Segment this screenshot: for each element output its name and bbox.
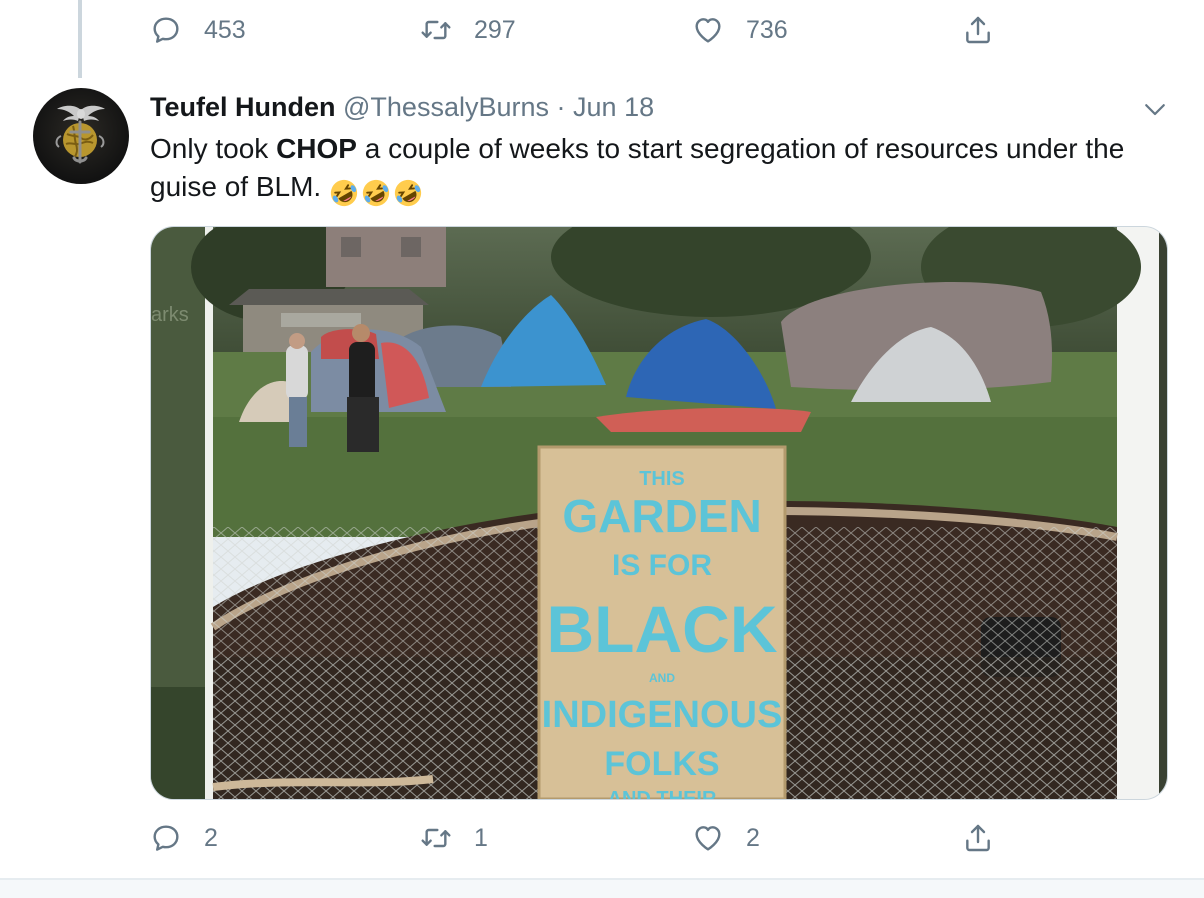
reply-count: 2: [204, 823, 218, 852]
more-options-button[interactable]: [1140, 94, 1170, 124]
tweet-text-start: Only took: [150, 133, 277, 164]
timeline-background: [0, 880, 1204, 898]
sign-line-2: GARDEN: [562, 490, 761, 542]
left-strip-text: arks: [151, 304, 189, 326]
author-handle[interactable]: @ThessalyBurns: [343, 92, 549, 122]
tweet-header: Teufel Hunden @ThessalyBurns · Jun 18: [150, 90, 654, 124]
previous-tweet-action-bar: 453 297 736: [150, 10, 1010, 50]
retweet-icon: [420, 14, 474, 46]
eagle-globe-anchor-emblem: [55, 105, 105, 164]
tweet-media[interactable]: arks THIS GARDEN IS FOR BLACK AND INDIGE…: [150, 226, 1168, 800]
avatar[interactable]: [33, 88, 129, 184]
reply-icon: [150, 14, 204, 46]
like-button[interactable]: 2: [692, 818, 760, 858]
separator-dot: ·: [556, 92, 566, 122]
like-count: 736: [746, 15, 788, 44]
thread-connector-line: [78, 0, 82, 78]
retweet-button[interactable]: 297: [420, 10, 516, 50]
chevron-down-icon: [1145, 104, 1165, 116]
rolling-on-floor-laughing-icon: [331, 179, 358, 206]
share-icon: [962, 822, 994, 854]
reply-count: 453: [204, 15, 246, 44]
sign-line-1: THIS: [639, 468, 685, 490]
share-button[interactable]: [962, 10, 994, 50]
heart-icon: [692, 14, 746, 46]
sign-line-5: AND: [649, 671, 675, 685]
tweet-date[interactable]: Jun 18: [573, 92, 654, 122]
tweet-text: Only took CHOP a couple of weeks to star…: [150, 130, 1140, 210]
share-icon: [962, 14, 994, 46]
retweet-count: 1: [474, 823, 488, 852]
sign-line-3: IS FOR: [612, 549, 712, 582]
retweet-button[interactable]: 1: [420, 818, 488, 858]
sign-line-7: FOLKS: [604, 745, 719, 783]
tweet-action-bar: 2 1 2: [150, 818, 1010, 858]
like-count: 2: [746, 823, 760, 852]
garden-sign-photo: arks THIS GARDEN IS FOR BLACK AND INDIGE…: [151, 227, 1167, 799]
sign-line-4: BLACK: [547, 592, 778, 666]
tweet-text-bold: CHOP: [276, 133, 357, 164]
author-name[interactable]: Teufel Hunden: [150, 92, 336, 122]
emoji-group: [329, 172, 425, 210]
retweet-count: 297: [474, 15, 516, 44]
sign-line-8: AND THEIR: [608, 788, 717, 799]
like-button[interactable]: 736: [692, 10, 788, 50]
reply-icon: [150, 822, 204, 854]
share-button[interactable]: [962, 818, 994, 858]
reply-button[interactable]: 453: [150, 10, 246, 50]
rolling-on-floor-laughing-icon: [395, 179, 422, 206]
sign-line-6: INDIGENOUS: [542, 694, 783, 736]
retweet-icon: [420, 822, 474, 854]
reply-button[interactable]: 2: [150, 818, 218, 858]
heart-icon: [692, 822, 746, 854]
rolling-on-floor-laughing-icon: [363, 179, 390, 206]
